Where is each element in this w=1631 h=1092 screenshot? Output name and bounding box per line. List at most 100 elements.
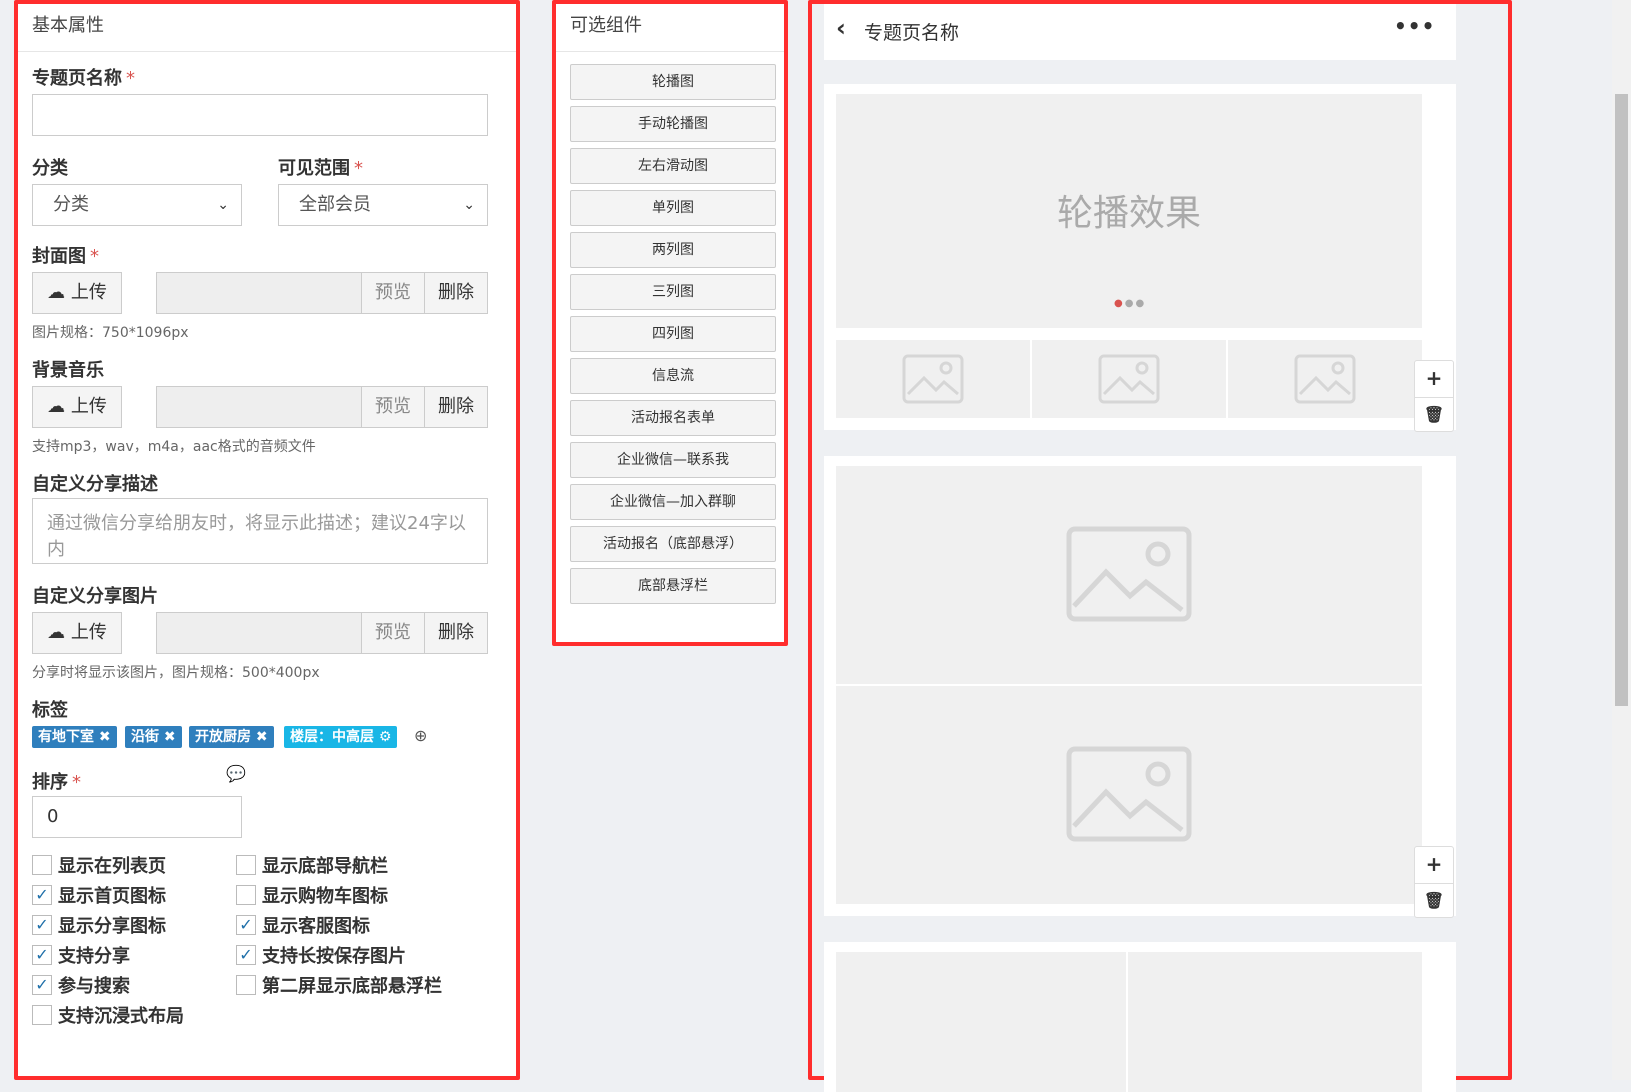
checkmark-icon[interactable]: ✓	[236, 945, 256, 965]
panel-title: 基本属性	[18, 4, 516, 52]
image-placeholder	[836, 952, 1126, 1092]
share-image-delete-button[interactable]: 删除	[424, 612, 488, 654]
music-hint: 支持mp3，wav，m4a，aac格式的音频文件	[32, 439, 316, 455]
component-button[interactable]: 单列图	[570, 190, 776, 226]
carousel-area: 轮播效果 ●●●	[836, 94, 1422, 328]
cover-preview-button[interactable]: 预览	[361, 272, 425, 314]
scrollbar-thumb[interactable]	[1615, 94, 1628, 706]
preview-header: ‹ 专题页名称 •••	[824, 4, 1456, 60]
component-controls: + 🗑	[1414, 360, 1454, 432]
add-icon[interactable]: +	[1415, 361, 1453, 397]
checkbox-support-share[interactable]: ✓ 支持分享	[32, 945, 130, 970]
trash-icon[interactable]: 🗑	[1415, 397, 1453, 433]
share-desc-label: 自定义分享描述	[32, 474, 158, 495]
component-controls: + 🗑	[1414, 846, 1454, 918]
share-image-upload-button[interactable]: ☁ 上传	[32, 612, 122, 654]
cover-file-display	[156, 272, 362, 314]
checkmark-icon[interactable]: ✓	[32, 975, 52, 995]
component-button[interactable]: 活动报名表单	[570, 400, 776, 436]
page-name-input[interactable]	[32, 94, 488, 136]
checkbox-box[interactable]	[236, 855, 256, 875]
checkbox-immersive-layout[interactable]: 支持沉浸式布局	[32, 1005, 184, 1030]
share-desc-placeholder: 通过微信分享给朋友时，将显示此描述；建议24字以内	[47, 513, 466, 560]
tag-item[interactable]: 沿街 ✖	[125, 726, 182, 748]
image-placeholder-icon	[1066, 526, 1192, 622]
visibility-label: 可见范围 *	[278, 158, 363, 179]
component-button[interactable]: 两列图	[570, 232, 776, 268]
tags-label: 标签	[32, 700, 68, 721]
image-placeholder-icon	[1294, 354, 1356, 404]
chevron-down-icon: ⌄	[463, 197, 475, 213]
share-desc-textarea[interactable]: 通过微信分享给朋友时，将显示此描述；建议24字以内	[32, 498, 488, 564]
component-button[interactable]: 企业微信—联系我	[570, 442, 776, 478]
checkbox-box[interactable]	[236, 885, 256, 905]
tag-item[interactable]: 开放厨房 ✖	[189, 726, 274, 748]
trash-icon[interactable]: 🗑	[1415, 883, 1453, 919]
chevron-down-icon: ⌄	[217, 197, 229, 213]
checkbox-show-cart-icon[interactable]: 显示购物车图标	[236, 885, 388, 910]
visibility-select[interactable]: 全部会员 ⌄	[278, 184, 488, 226]
image-placeholder	[836, 686, 1422, 904]
cover-upload-button[interactable]: ☁ 上传	[32, 272, 122, 314]
checkbox-box[interactable]	[236, 975, 256, 995]
category-select[interactable]: 分类 ⌄	[32, 184, 242, 226]
cloud-upload-icon: ☁	[47, 396, 66, 417]
music-delete-button[interactable]: 删除	[424, 386, 488, 428]
carousel-indicator: ●●●	[1114, 298, 1147, 309]
optional-components-panel: 可选组件 轮播图 手动轮播图 左右滑动图 单列图 两列图 三列图 四列图 信息流…	[552, 0, 788, 646]
thumbnail-placeholder	[1032, 340, 1226, 418]
cover-hint: 图片规格：750*1096px	[32, 325, 189, 341]
add-icon[interactable]: +	[1415, 847, 1453, 883]
checkmark-icon[interactable]: ✓	[32, 915, 52, 935]
add-tag-icon[interactable]: ⊕	[414, 726, 427, 745]
carousel-component-card[interactable]: 轮播效果 ●●●	[824, 84, 1456, 430]
image-placeholder	[1128, 952, 1422, 1092]
checkbox-show-in-list[interactable]: 显示在列表页	[32, 855, 166, 880]
two-column-component-card[interactable]	[824, 942, 1456, 1092]
comment-icon[interactable]: 💬	[226, 764, 246, 783]
component-button[interactable]: 底部悬浮栏	[570, 568, 776, 604]
checkmark-icon[interactable]: ✓	[32, 945, 52, 965]
share-image-preview-button[interactable]: 预览	[361, 612, 425, 654]
music-label: 背景音乐	[32, 360, 104, 381]
cover-delete-button[interactable]: 删除	[424, 272, 488, 314]
checkbox-long-press-save[interactable]: ✓ 支持长按保存图片	[236, 945, 406, 970]
thumbnail-placeholder	[836, 340, 1030, 418]
checkbox-show-bottom-nav[interactable]: 显示底部导航栏	[236, 855, 388, 880]
checkbox-show-service-icon[interactable]: ✓ 显示客服图标	[236, 915, 370, 940]
cover-label: 封面图 *	[32, 246, 99, 267]
component-button[interactable]: 轮播图	[570, 64, 776, 100]
page-scrollbar[interactable]	[1612, 0, 1631, 1080]
sort-input[interactable]: 0	[32, 796, 242, 838]
checkbox-show-home-icon[interactable]: ✓ 显示首页图标	[32, 885, 166, 910]
page-name-label: 专题页名称 *	[32, 68, 135, 89]
tag-item[interactable]: 有地下室 ✖	[32, 726, 117, 748]
music-file-display	[156, 386, 362, 428]
component-button[interactable]: 左右滑动图	[570, 148, 776, 184]
tag-item[interactable]: 楼层：中高层 ⚙	[284, 726, 398, 748]
image-placeholder-icon	[1098, 354, 1160, 404]
component-button[interactable]: 手动轮播图	[570, 106, 776, 142]
checkmark-icon[interactable]: ✓	[236, 915, 256, 935]
checkbox-box[interactable]	[32, 855, 52, 875]
basic-properties-panel: 基本属性 专题页名称 * 分类 可见范围 * 分类 ⌄ 全部会员 ⌄ 封面图 * ☁ …	[14, 0, 520, 1080]
single-column-component-card[interactable]	[824, 456, 1456, 916]
back-chevron-icon[interactable]: ‹	[836, 14, 846, 42]
thumbnail-placeholder	[1228, 340, 1422, 418]
checkbox-second-screen-float[interactable]: 第二屏显示底部悬浮栏	[236, 975, 442, 1000]
component-button[interactable]: 活动报名（底部悬浮）	[570, 526, 776, 562]
visibility-value: 全部会员	[299, 194, 371, 215]
component-button[interactable]: 企业微信—加入群聊	[570, 484, 776, 520]
music-upload-button[interactable]: ☁ 上传	[32, 386, 122, 428]
component-button[interactable]: 三列图	[570, 274, 776, 310]
checkbox-join-search[interactable]: ✓ 参与搜索	[32, 975, 130, 1000]
music-preview-button[interactable]: 预览	[361, 386, 425, 428]
component-button[interactable]: 信息流	[570, 358, 776, 394]
component-button[interactable]: 四列图	[570, 316, 776, 352]
category-value: 分类	[53, 194, 89, 215]
checkmark-icon[interactable]: ✓	[32, 885, 52, 905]
checkbox-show-share-icon[interactable]: ✓ 显示分享图标	[32, 915, 166, 940]
category-label: 分类	[32, 158, 68, 179]
more-dots-icon[interactable]: •••	[1394, 14, 1435, 38]
checkbox-box[interactable]	[32, 1005, 52, 1025]
